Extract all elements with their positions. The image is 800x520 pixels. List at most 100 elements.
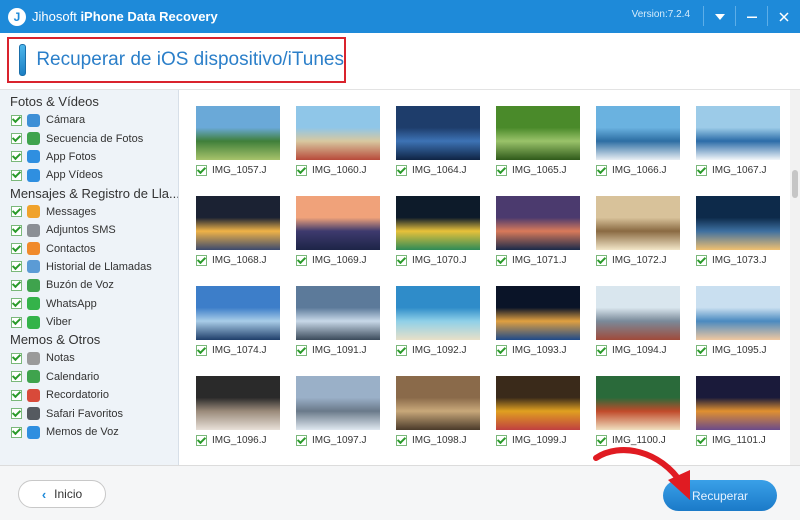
photo-thumbnail[interactable] bbox=[696, 286, 780, 340]
sidebar-item[interactable]: Contactos bbox=[0, 239, 178, 257]
photo-thumbnail[interactable] bbox=[696, 106, 780, 160]
photo-tile[interactable]: IMG_1094.J bbox=[593, 286, 683, 356]
checkbox-checked-icon[interactable] bbox=[696, 255, 707, 266]
photo-tile[interactable]: IMG_1101.J bbox=[693, 376, 783, 446]
photo-thumbnail[interactable] bbox=[196, 196, 280, 250]
photo-thumbnail[interactable] bbox=[496, 286, 580, 340]
checkbox-checked-icon[interactable] bbox=[11, 371, 22, 383]
photo-tile[interactable]: IMG_1070.J bbox=[393, 196, 483, 266]
photo-tile[interactable]: IMG_1057.J bbox=[193, 106, 283, 176]
sidebar-item[interactable]: WhatsApp bbox=[0, 295, 178, 313]
recover-button[interactable]: Recuperar bbox=[663, 480, 777, 511]
photo-tile[interactable]: IMG_1092.J bbox=[393, 286, 483, 356]
checkbox-checked-icon[interactable] bbox=[11, 151, 22, 163]
photo-thumbnail[interactable] bbox=[296, 196, 380, 250]
vertical-scrollbar[interactable] bbox=[790, 90, 800, 465]
photo-tile[interactable]: IMG_1096.J bbox=[193, 376, 283, 446]
photo-tile[interactable]: IMG_1072.J bbox=[593, 196, 683, 266]
checkbox-checked-icon[interactable] bbox=[11, 298, 22, 310]
checkbox-checked-icon[interactable] bbox=[396, 255, 407, 266]
photo-tile[interactable]: IMG_1067.J bbox=[693, 106, 783, 176]
checkbox-checked-icon[interactable] bbox=[596, 255, 607, 266]
sidebar-item[interactable]: Memos de Voz bbox=[0, 423, 178, 441]
photo-thumbnail[interactable] bbox=[496, 196, 580, 250]
sidebar-item[interactable]: Safari Favoritos bbox=[0, 404, 178, 422]
photo-tile[interactable]: IMG_1066.J bbox=[593, 106, 683, 176]
sidebar-item[interactable]: App Vídeos bbox=[0, 166, 178, 184]
checkbox-checked-icon[interactable] bbox=[296, 165, 307, 176]
checkbox-checked-icon[interactable] bbox=[11, 261, 22, 273]
checkbox-checked-icon[interactable] bbox=[11, 114, 22, 126]
sidebar-item[interactable]: Historial de Llamadas bbox=[0, 258, 178, 276]
photo-thumbnail[interactable] bbox=[496, 376, 580, 430]
checkbox-checked-icon[interactable] bbox=[296, 435, 307, 446]
photo-thumbnail[interactable] bbox=[196, 286, 280, 340]
checkbox-checked-icon[interactable] bbox=[496, 345, 507, 356]
checkbox-checked-icon[interactable] bbox=[11, 243, 22, 255]
sidebar-item[interactable]: Calendario bbox=[0, 368, 178, 386]
checkbox-checked-icon[interactable] bbox=[696, 165, 707, 176]
photo-thumbnail[interactable] bbox=[396, 106, 480, 160]
photo-thumbnail[interactable] bbox=[596, 286, 680, 340]
photo-thumbnail[interactable] bbox=[696, 196, 780, 250]
checkbox-checked-icon[interactable] bbox=[596, 345, 607, 356]
checkbox-checked-icon[interactable] bbox=[496, 255, 507, 266]
checkbox-checked-icon[interactable] bbox=[496, 165, 507, 176]
checkbox-checked-icon[interactable] bbox=[496, 435, 507, 446]
checkbox-checked-icon[interactable] bbox=[596, 435, 607, 446]
photo-tile[interactable]: IMG_1098.J bbox=[393, 376, 483, 446]
sidebar-item[interactable]: Recordatorio bbox=[0, 386, 178, 404]
checkbox-checked-icon[interactable] bbox=[296, 345, 307, 356]
photo-tile[interactable]: IMG_1095.J bbox=[693, 286, 783, 356]
checkbox-checked-icon[interactable] bbox=[11, 316, 22, 328]
sidebar-item[interactable]: Viber bbox=[0, 313, 178, 331]
photo-thumbnail[interactable] bbox=[496, 106, 580, 160]
photo-thumbnail[interactable] bbox=[596, 196, 680, 250]
checkbox-checked-icon[interactable] bbox=[596, 165, 607, 176]
photo-tile[interactable]: IMG_1060.J bbox=[293, 106, 383, 176]
checkbox-checked-icon[interactable] bbox=[11, 206, 22, 218]
photo-tile[interactable]: IMG_1074.J bbox=[193, 286, 283, 356]
checkbox-checked-icon[interactable] bbox=[11, 279, 22, 291]
photo-thumbnail[interactable] bbox=[296, 106, 380, 160]
checkbox-checked-icon[interactable] bbox=[296, 255, 307, 266]
photo-tile[interactable]: IMG_1093.J bbox=[493, 286, 583, 356]
photo-tile[interactable]: IMG_1071.J bbox=[493, 196, 583, 266]
sidebar-item[interactable]: Adjuntos SMS bbox=[0, 221, 178, 239]
photo-thumbnail[interactable] bbox=[196, 106, 280, 160]
checkbox-checked-icon[interactable] bbox=[196, 165, 207, 176]
photo-tile[interactable]: IMG_1091.J bbox=[293, 286, 383, 356]
photo-thumbnail[interactable] bbox=[396, 286, 480, 340]
checkbox-checked-icon[interactable] bbox=[196, 345, 207, 356]
sidebar-item[interactable]: Notas bbox=[0, 349, 178, 367]
photo-tile[interactable]: IMG_1065.J bbox=[493, 106, 583, 176]
photo-tile[interactable]: IMG_1097.J bbox=[293, 376, 383, 446]
checkbox-checked-icon[interactable] bbox=[696, 435, 707, 446]
sidebar-item[interactable]: Secuencia de Fotos bbox=[0, 129, 178, 147]
checkbox-checked-icon[interactable] bbox=[396, 165, 407, 176]
checkbox-checked-icon[interactable] bbox=[696, 345, 707, 356]
photo-thumbnail[interactable] bbox=[396, 196, 480, 250]
checkbox-checked-icon[interactable] bbox=[11, 133, 22, 145]
checkbox-checked-icon[interactable] bbox=[196, 255, 207, 266]
photo-tile[interactable]: IMG_1099.J bbox=[493, 376, 583, 446]
scrollbar-thumb[interactable] bbox=[792, 170, 798, 198]
checkbox-checked-icon[interactable] bbox=[196, 435, 207, 446]
photo-tile[interactable]: IMG_1069.J bbox=[293, 196, 383, 266]
checkbox-checked-icon[interactable] bbox=[11, 169, 22, 181]
checkbox-checked-icon[interactable] bbox=[11, 224, 22, 236]
photo-thumbnail[interactable] bbox=[196, 376, 280, 430]
checkbox-checked-icon[interactable] bbox=[396, 435, 407, 446]
menu-dropdown-icon[interactable] bbox=[704, 0, 736, 33]
photo-thumbnail[interactable] bbox=[596, 106, 680, 160]
sidebar-item[interactable]: Buzón de Voz bbox=[0, 276, 178, 294]
photo-thumbnail[interactable] bbox=[296, 286, 380, 340]
sidebar-item[interactable]: Cámara bbox=[0, 111, 178, 129]
photo-thumbnail[interactable] bbox=[596, 376, 680, 430]
photo-thumbnail[interactable] bbox=[396, 376, 480, 430]
checkbox-checked-icon[interactable] bbox=[396, 345, 407, 356]
photo-tile[interactable]: IMG_1064.J bbox=[393, 106, 483, 176]
checkbox-checked-icon[interactable] bbox=[11, 408, 22, 420]
photo-thumbnail[interactable] bbox=[696, 376, 780, 430]
checkbox-checked-icon[interactable] bbox=[11, 389, 22, 401]
